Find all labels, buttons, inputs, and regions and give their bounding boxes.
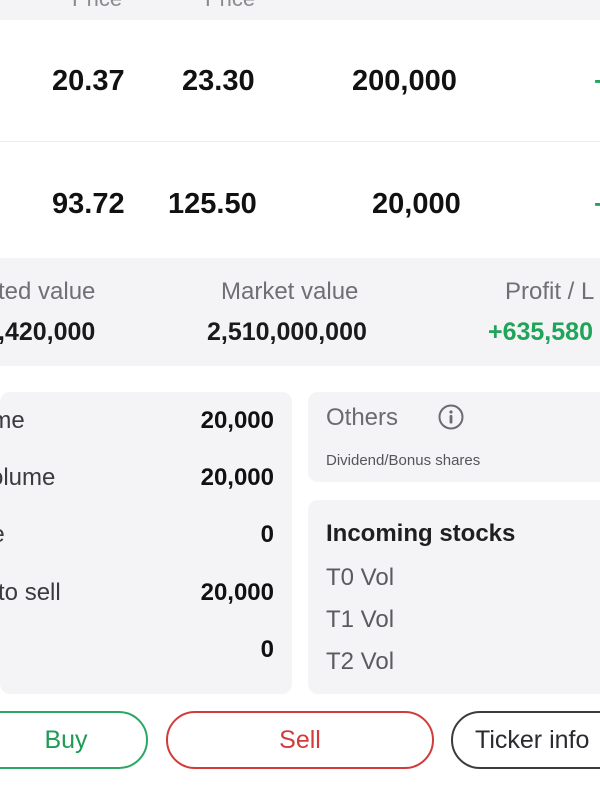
volume-value: 20,000 [200,407,274,434]
incoming-t0-label: T0 Vol [326,564,395,591]
profit-loss-value: +635,580 [488,318,593,346]
ticker-info-button-label: Ticker info [475,725,590,754]
market-value-label: Market value [221,278,359,305]
volume-card: ume 20,000 volume 20,000 ne 0 e to sell … [0,392,292,694]
profit-loss-label: Profit / L [505,278,595,305]
incoming-t2-label: T2 Vol [326,648,395,675]
volume-value: 20,000 [200,579,274,606]
ticker-info-button[interactable]: Ticker info [451,711,600,769]
sell-button[interactable]: Sell [166,711,434,769]
info-icon[interactable] [438,404,464,430]
market-price-cell: 23.30 [182,65,255,97]
market-price-cell: 125.50 [168,188,257,220]
buy-button[interactable]: Buy [0,711,148,769]
volume-cell: 200,000 [352,65,457,97]
incoming-t1-label: T1 Vol [326,606,395,633]
invested-value-label: ted value [0,278,96,305]
invested-value: ,420,000 [0,318,96,346]
volume-label: volume [0,464,56,491]
table-header: Price Price [0,0,600,20]
table-row[interactable]: 20.37 23.30 200,000 + [0,20,600,140]
volume-row: ume 20,000 [0,401,292,441]
volume-label: ne [0,521,5,549]
column-header-market-price: Price [205,0,255,12]
volume-row: e to sell 20,000 [0,573,292,613]
sell-button-label: Sell [279,725,321,754]
portfolio-screen: Price Price 20.37 23.30 200,000 + 93.72 … [0,0,600,800]
table-row[interactable]: 93.72 125.50 20,000 + [0,142,600,258]
volume-value: 0 [260,521,274,548]
others-subtitle: Dividend/Bonus shares [326,452,481,469]
trend-cell: + [594,189,600,220]
trend-cell: + [594,66,600,97]
volume-value: 20,000 [200,464,274,491]
volume-cell: 20,000 [372,188,461,220]
volume-row: 0 [0,630,292,670]
volume-row: ne 0 [0,515,292,555]
volume-label: e to sell [0,579,61,606]
incoming-stocks-title: Incoming stocks [326,520,516,547]
portfolio-summary: ted value ,420,000 Market value 2,510,00… [0,258,600,366]
volume-row: volume 20,000 [0,458,292,498]
others-title: Others [326,404,399,431]
avg-price-cell: 20.37 [52,65,125,97]
volume-value: 0 [260,636,274,663]
avg-price-cell: 93.72 [52,188,125,220]
market-value: 2,510,000,000 [207,318,367,346]
column-header-avg-price: Price [72,0,122,12]
volume-label: ume [0,407,25,434]
others-card[interactable]: Others Dividend/Bonus shares [308,392,600,482]
buy-button-label: Buy [44,725,88,754]
incoming-stocks-card: Incoming stocks T0 Vol T1 Vol T2 Vol [308,500,600,694]
